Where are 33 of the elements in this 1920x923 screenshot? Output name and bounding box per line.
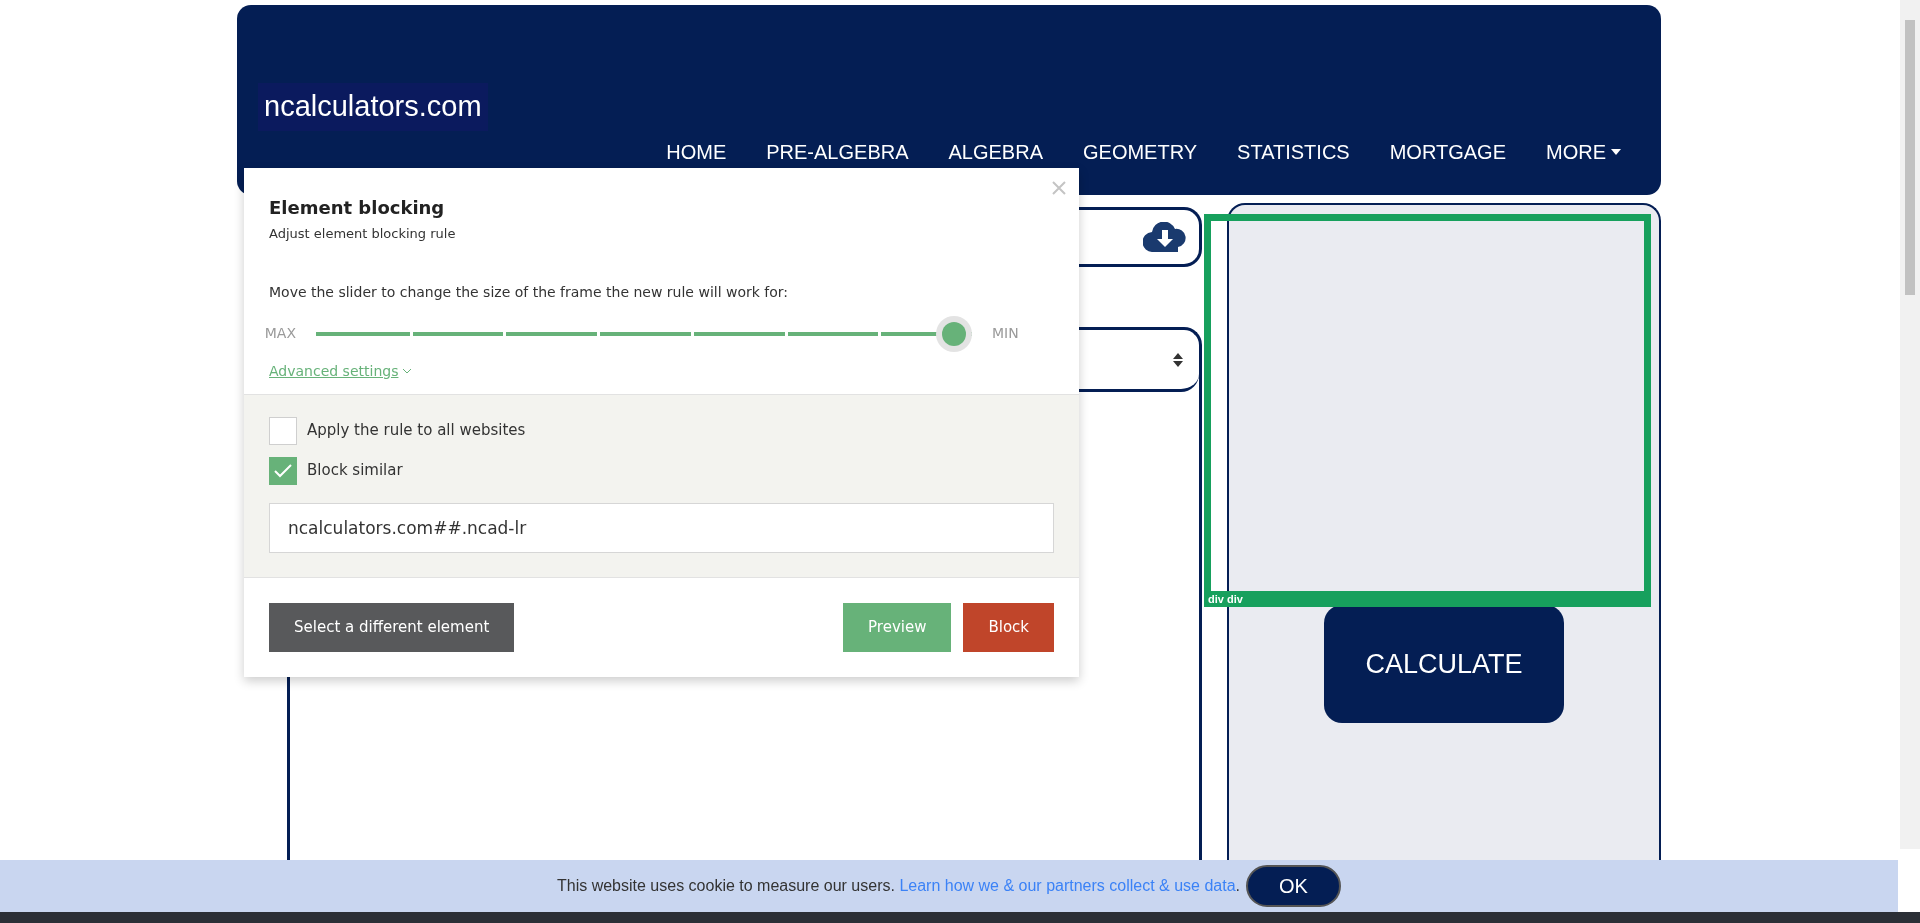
nav-link[interactable]: MORE bbox=[1546, 137, 1622, 167]
cookie-text: This website uses cookie to measure our users. Learn how we & our partners collect & use data. bbox=[557, 876, 1240, 896]
caret-icon bbox=[1610, 148, 1622, 156]
nav-link[interactable]: GEOMETRY bbox=[1083, 137, 1198, 167]
select-element-button[interactable]: Select a different element bbox=[269, 602, 515, 652]
checkbox[interactable] bbox=[269, 416, 297, 445]
dialog-title: Element blocking bbox=[269, 196, 446, 220]
checkbox[interactable] bbox=[269, 456, 297, 485]
rule-input-field[interactable]: ncalculators.com##.ncad-lr bbox=[269, 502, 1054, 553]
highlight-label: div div bbox=[1208, 591, 1243, 607]
close-icon bbox=[1051, 180, 1067, 196]
checkmark-icon bbox=[274, 463, 292, 478]
nav-link[interactable]: PRE-ALGEBRA bbox=[766, 137, 909, 167]
nav-link[interactable]: ALGEBRA bbox=[948, 137, 1043, 167]
chevron-icon bbox=[402, 368, 413, 374]
cloud-download-icon[interactable] bbox=[1143, 222, 1187, 252]
nav-link[interactable]: HOME bbox=[666, 137, 727, 167]
ok-button[interactable]: OK bbox=[1246, 865, 1341, 907]
scrollbar[interactable] bbox=[1900, 0, 1920, 849]
nav-link[interactable]: STATISTICS bbox=[1237, 137, 1350, 167]
slider-max-label: MIN bbox=[991, 324, 1020, 343]
slider-instruction: Move the slider to change the size of the frame the new rule will work for: bbox=[269, 282, 790, 302]
slider-track[interactable] bbox=[316, 314, 972, 353]
slider-min-label: MAX bbox=[263, 324, 297, 343]
nav-link[interactable]: MORTGAGE bbox=[1389, 137, 1506, 167]
slider-thumb[interactable] bbox=[936, 315, 972, 352]
site-logo[interactable]: ncalculators.com bbox=[258, 83, 488, 131]
checkbox-label: Apply the rule to all websites bbox=[307, 420, 526, 442]
block-button[interactable]: Block bbox=[963, 602, 1054, 652]
checkbox-label: Block similar bbox=[307, 460, 403, 482]
calculate-button[interactable]: CALCULATE bbox=[1324, 605, 1564, 723]
dialog-subtitle: Adjust element blocking rule bbox=[269, 225, 457, 243]
select-arrows-icon[interactable] bbox=[1173, 352, 1183, 367]
